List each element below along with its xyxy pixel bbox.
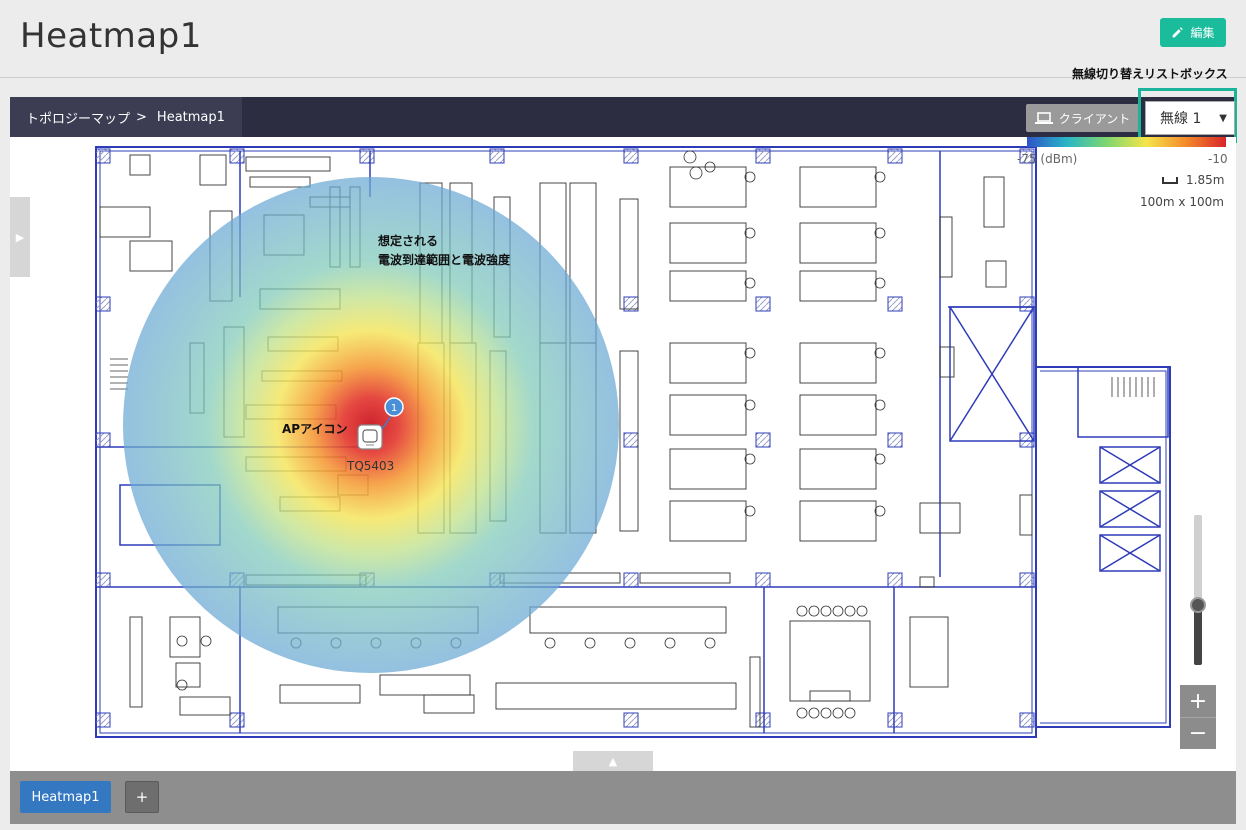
zoom-slider-handle[interactable] [1190, 597, 1206, 613]
legend-min-label: -75 (dBm) [1017, 152, 1078, 166]
ap-icon [357, 424, 383, 450]
left-panel-toggle[interactable]: ▶ [10, 197, 30, 277]
scale-value: 1.85m [1186, 173, 1225, 187]
coverage-annotation: 想定される 電波到達範囲と電波強度 [378, 232, 510, 270]
client-button[interactable]: クライアント [1026, 104, 1139, 132]
breadcrumb-root[interactable]: トポロジーマップ [26, 108, 130, 127]
topology-panel: トポロジーマップ > Heatmap1 クライアント 無線 1 ▼ 1 想定され… [10, 88, 1237, 824]
zoom-out-button[interactable]: − [1180, 717, 1216, 749]
zoom-in-button[interactable]: + [1180, 685, 1216, 717]
ap-name-label: TQ5403 [347, 459, 395, 473]
signal-legend-gradient [1027, 137, 1226, 147]
breadcrumb: トポロジーマップ > Heatmap1 [10, 97, 242, 137]
page-title: Heatmap1 [20, 16, 202, 56]
bottom-panel-toggle[interactable]: ▲ [573, 751, 653, 771]
ap-client-count: 1 [391, 403, 397, 414]
legend-max-label: -10 [1208, 152, 1228, 166]
edit-button[interactable]: 編集 [1160, 18, 1226, 47]
map-canvas[interactable]: 1 想定される 電波到達範囲と電波強度 APアイコン TQ5403 ▶ ▲ -7… [10, 137, 1236, 771]
scale-bar-icon [1162, 177, 1178, 184]
add-map-button[interactable]: + [125, 781, 159, 813]
floor-plan: 1 [95, 146, 1171, 738]
pencil-icon [1173, 27, 1184, 38]
client-button-label: クライアント [1058, 111, 1131, 126]
tab-heatmap1[interactable]: Heatmap1 [20, 781, 111, 813]
coverage-annotation-line1: 想定される [378, 234, 439, 248]
breadcrumb-current: Heatmap1 [156, 109, 225, 125]
title-divider [0, 77, 1246, 78]
coverage-annotation-line2: 電波到達範囲と電波強度 [378, 253, 511, 267]
ap-icon-annotation: APアイコン [282, 422, 348, 436]
select-annotation: 無線切り替えリストボックス [1072, 67, 1228, 81]
map-toolbar: トポロジーマップ > Heatmap1 クライアント 無線 1 ▼ [10, 88, 1237, 143]
map-tab-bar: Heatmap1 + [10, 771, 1236, 824]
laptop-icon [1034, 112, 1053, 124]
radio-select[interactable]: 無線 1 ▼ [1145, 101, 1235, 135]
dropdown-caret-icon: ▼ [1219, 113, 1227, 124]
radio-select-value: 無線 1 [1160, 111, 1202, 127]
edit-button-label: 編集 [1190, 26, 1215, 40]
map-size: 100m x 100m [1140, 195, 1224, 209]
breadcrumb-separator: > [136, 109, 147, 125]
zoom-slider-track[interactable] [1194, 515, 1202, 665]
